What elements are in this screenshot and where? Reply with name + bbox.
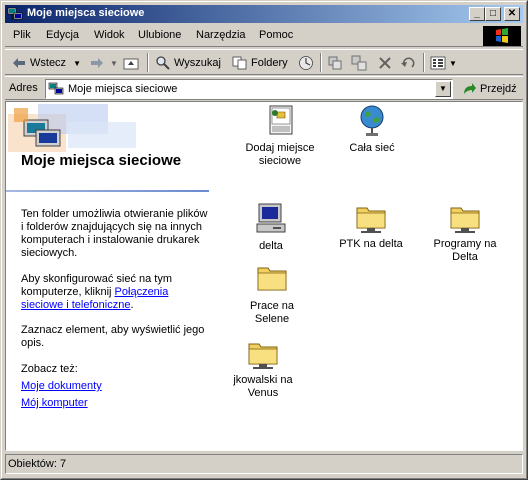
copy-to-button[interactable] bbox=[351, 52, 367, 74]
menu-bar: Plik Edycja Widok Ulubione Narzędzia Pom… bbox=[5, 25, 523, 47]
network-places-icon bbox=[48, 82, 64, 95]
address-value: Moje miejsca sieciowe bbox=[68, 83, 178, 95]
go-arrow-icon bbox=[464, 83, 476, 94]
views-dropdown-icon[interactable]: ▼ bbox=[449, 59, 457, 68]
programy-share-item[interactable]: Programy na Delta bbox=[425, 200, 505, 264]
folders-button[interactable]: Foldery bbox=[232, 52, 288, 74]
close-button[interactable]: ✕ bbox=[504, 7, 520, 21]
computer-icon bbox=[256, 203, 286, 233]
entire-network-globe-icon bbox=[360, 105, 384, 136]
menu-view[interactable]: Widok bbox=[94, 29, 125, 41]
search-icon bbox=[156, 56, 170, 70]
folder-content: Moje miejsca sieciowe Ten folder umożliw… bbox=[5, 101, 523, 451]
forward-arrow-icon bbox=[91, 58, 103, 68]
window-frame: Moje miejsca sieciowe _ □ ✕ Plik Edycja … bbox=[1, 1, 527, 479]
forward-button[interactable]: ▼ bbox=[89, 52, 118, 74]
move-to-button[interactable] bbox=[327, 52, 343, 74]
windows-logo-icon bbox=[483, 26, 521, 46]
shared-folder-icon bbox=[356, 207, 386, 233]
search-button[interactable]: Wyszukaj bbox=[155, 52, 221, 74]
title-bar[interactable]: Moje miejsca sieciowe _ □ ✕ bbox=[5, 5, 523, 23]
address-field[interactable]: Moje miejsca sieciowe ▼ bbox=[45, 79, 453, 99]
hint-end: . bbox=[130, 299, 134, 311]
history-button[interactable] bbox=[298, 52, 314, 74]
my-documents-link[interactable]: Moje dokumenty bbox=[21, 380, 102, 392]
up-button[interactable] bbox=[123, 52, 139, 74]
undo-icon bbox=[401, 57, 415, 68]
address-bar: Adres Moje miejsca sieciowe ▼ Przejdź bbox=[5, 76, 523, 100]
item-label: delta bbox=[259, 240, 283, 252]
panel-title: Moje miejsca sieciowe bbox=[21, 152, 182, 169]
prace-folder-item[interactable]: Prace na Selene bbox=[232, 262, 312, 326]
toolbar-separator bbox=[147, 53, 149, 72]
menu-tools[interactable]: Narzędzia bbox=[196, 29, 246, 41]
web-view-panel: Moje miejsca sieciowe Ten folder umożliw… bbox=[6, 102, 212, 450]
shared-folder-icon bbox=[248, 343, 278, 369]
panel-description: Ten folder umożliwia otwieranie plików i… bbox=[21, 208, 208, 259]
delete-button[interactable] bbox=[377, 52, 393, 74]
window-title: Moje miejsca sieciowe bbox=[27, 7, 145, 19]
minimize-button[interactable]: _ bbox=[469, 7, 485, 21]
history-icon bbox=[299, 56, 313, 70]
item-label: PTK na delta bbox=[339, 238, 403, 250]
undo-button[interactable] bbox=[400, 52, 416, 74]
menu-help[interactable]: Pomoc bbox=[259, 29, 293, 41]
back-button[interactable]: Wstecz ▼ bbox=[11, 52, 81, 74]
forward-dropdown-icon[interactable]: ▼ bbox=[110, 59, 118, 68]
folders-icon bbox=[232, 56, 247, 70]
item-label: Programy na Delta bbox=[433, 238, 497, 263]
panel-network-hint: Aby skonfigurować sieć na tym komputerze… bbox=[21, 273, 211, 312]
explorer-window: Moje miejsca sieciowe _ □ ✕ Plik Edycja … bbox=[0, 0, 528, 480]
maximize-button[interactable]: □ bbox=[485, 7, 501, 21]
copy-to-icon bbox=[351, 55, 367, 71]
folders-label: Foldery bbox=[251, 57, 288, 69]
item-label: Dodaj miejsce sieciowe bbox=[245, 142, 315, 167]
search-label: Wyszukaj bbox=[174, 57, 221, 69]
address-label: Adres bbox=[9, 82, 38, 94]
ptk-share-item[interactable]: PTK na delta bbox=[331, 200, 411, 251]
back-label: Wstecz bbox=[30, 57, 67, 69]
back-arrow-icon bbox=[13, 58, 25, 68]
up-folder-icon bbox=[123, 58, 139, 70]
network-banner-image bbox=[8, 104, 136, 152]
back-dropdown-icon[interactable]: ▼ bbox=[73, 59, 81, 68]
add-network-place-item[interactable]: Dodaj miejsce sieciowe bbox=[240, 104, 320, 168]
jkowalski-share-item[interactable]: jkowalski na Venus bbox=[223, 336, 303, 400]
go-label: Przejdź bbox=[480, 83, 517, 95]
views-button[interactable]: ▼ bbox=[430, 52, 457, 74]
views-icon bbox=[430, 56, 446, 70]
shared-folder-icon bbox=[450, 207, 480, 233]
folder-icon bbox=[257, 267, 287, 291]
delete-x-icon bbox=[379, 57, 391, 69]
status-bar: Obiektów: 7 bbox=[5, 454, 523, 474]
go-button[interactable]: Przejdź bbox=[461, 80, 517, 98]
add-network-place-icon bbox=[269, 105, 293, 135]
item-label: jkowalski na Venus bbox=[233, 374, 293, 399]
panel-divider bbox=[6, 190, 209, 192]
standard-toolbar: Wstecz ▼ ▼ Wyszukaj Foldery ▼ bbox=[5, 49, 523, 75]
toolbar-separator bbox=[423, 53, 425, 72]
delta-computer-item[interactable]: delta bbox=[231, 202, 311, 253]
move-to-icon bbox=[328, 56, 342, 70]
object-count: Obiektów: 7 bbox=[8, 458, 67, 470]
item-label: Cała sieć bbox=[349, 142, 395, 154]
my-computer-link[interactable]: Mój komputer bbox=[21, 397, 88, 409]
entire-network-item[interactable]: Cała sieć bbox=[332, 104, 412, 155]
menu-file[interactable]: Plik bbox=[13, 29, 31, 41]
network-places-icon bbox=[7, 7, 23, 20]
address-dropdown-button[interactable]: ▼ bbox=[435, 81, 451, 97]
panel-select-hint: Zaznacz element, aby wyświetlić jego opi… bbox=[21, 324, 205, 349]
item-label: Prace na Selene bbox=[249, 300, 295, 325]
toolbar-separator bbox=[320, 53, 322, 72]
menu-favorites[interactable]: Ulubione bbox=[138, 29, 181, 41]
menu-edit[interactable]: Edycja bbox=[46, 29, 79, 41]
see-also-heading: Zobacz też: bbox=[21, 363, 78, 375]
